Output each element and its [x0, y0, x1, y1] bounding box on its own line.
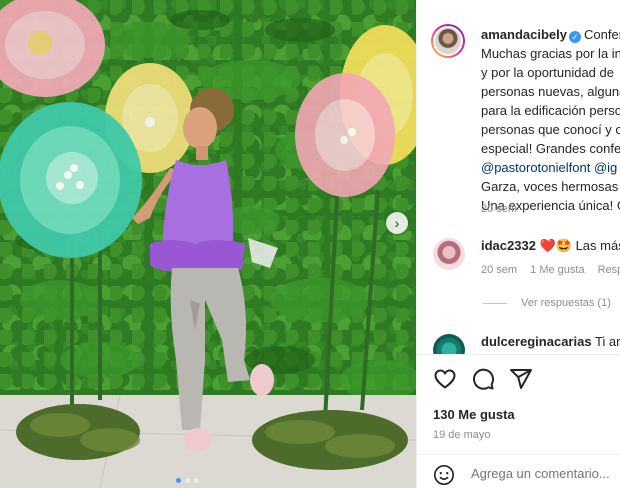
caption-line: y por la oportunidad de [481, 65, 614, 80]
post-actions: 130 Me gusta 19 de mayo [417, 354, 620, 488]
caption-username[interactable]: amandacibely [481, 27, 567, 42]
comment-body: Las más [575, 238, 620, 253]
caption-line: especial! Grandes confer [481, 141, 620, 156]
caption-line: Muchas gracias por la in [481, 46, 620, 61]
caption-line: personas nuevas, alguna [481, 84, 620, 99]
view-replies-button[interactable]: Ver respuestas (1) [483, 297, 611, 309]
add-comment-input[interactable] [471, 466, 620, 481]
photo-illustration [0, 0, 416, 488]
mention-link[interactable]: @pastorotonielfont [481, 160, 590, 175]
carousel-dot [185, 478, 190, 483]
caption-body: Muchas gracias por la in y por la oportu… [481, 44, 620, 215]
view-replies-label: Ver respuestas (1) [521, 297, 611, 309]
comment-likes[interactable]: 1 Me gusta [530, 264, 584, 276]
reply-button[interactable]: Resp [598, 264, 620, 276]
caption-line: personas que conocí y c [481, 122, 620, 137]
comment-meta: 20 sem 1 Me gusta Resp [481, 264, 620, 276]
carousel-dots [176, 478, 199, 483]
heart-icon[interactable] [433, 367, 457, 391]
caption-line: Garza, voces hermosas c [481, 179, 620, 194]
post-photo[interactable]: › [0, 0, 416, 488]
comment-username[interactable]: dulcereginacarias [481, 334, 592, 349]
avatar[interactable] [431, 24, 465, 58]
carousel-dot [176, 478, 181, 483]
likes-count[interactable]: 130 Me gusta [433, 407, 515, 422]
post-sidebar: amandacibely ✓ Confer Muchas gracias por l… [416, 0, 620, 488]
share-icon[interactable] [509, 367, 533, 391]
verified-icon: ✓ [569, 31, 581, 43]
comment-time: 20 sem [481, 264, 518, 276]
comment-icon[interactable] [471, 367, 495, 391]
replies-divider [483, 302, 507, 304]
carousel-dot [194, 478, 199, 483]
mention-link[interactable]: @ig [594, 160, 617, 175]
caption-time: 20 sem [481, 203, 518, 215]
caption-line: Confer [584, 27, 620, 42]
action-icons [433, 367, 533, 391]
caption-text: amandacibely ✓ Confer [481, 25, 620, 44]
next-arrow-icon[interactable]: › [386, 212, 408, 234]
heart-emoji: ❤️ [539, 238, 556, 253]
comment-text: dulcereginacarias Ti amo [481, 334, 620, 349]
star-eyes-emoji: 🤩 [555, 238, 572, 253]
emoji-icon[interactable] [433, 464, 455, 486]
post-date: 19 de mayo [433, 429, 491, 441]
avatar[interactable] [433, 238, 465, 270]
comment-text: idac2332 ❤️🤩 Las más [481, 238, 620, 254]
add-comment-row [417, 454, 620, 488]
post-caption: amandacibely ✓ Confer Muchas gracias por l… [417, 0, 620, 225]
comment-body: Ti amo [594, 334, 620, 349]
caption-line: para la edificación perso [481, 103, 620, 118]
comment-username[interactable]: idac2332 [481, 238, 536, 253]
